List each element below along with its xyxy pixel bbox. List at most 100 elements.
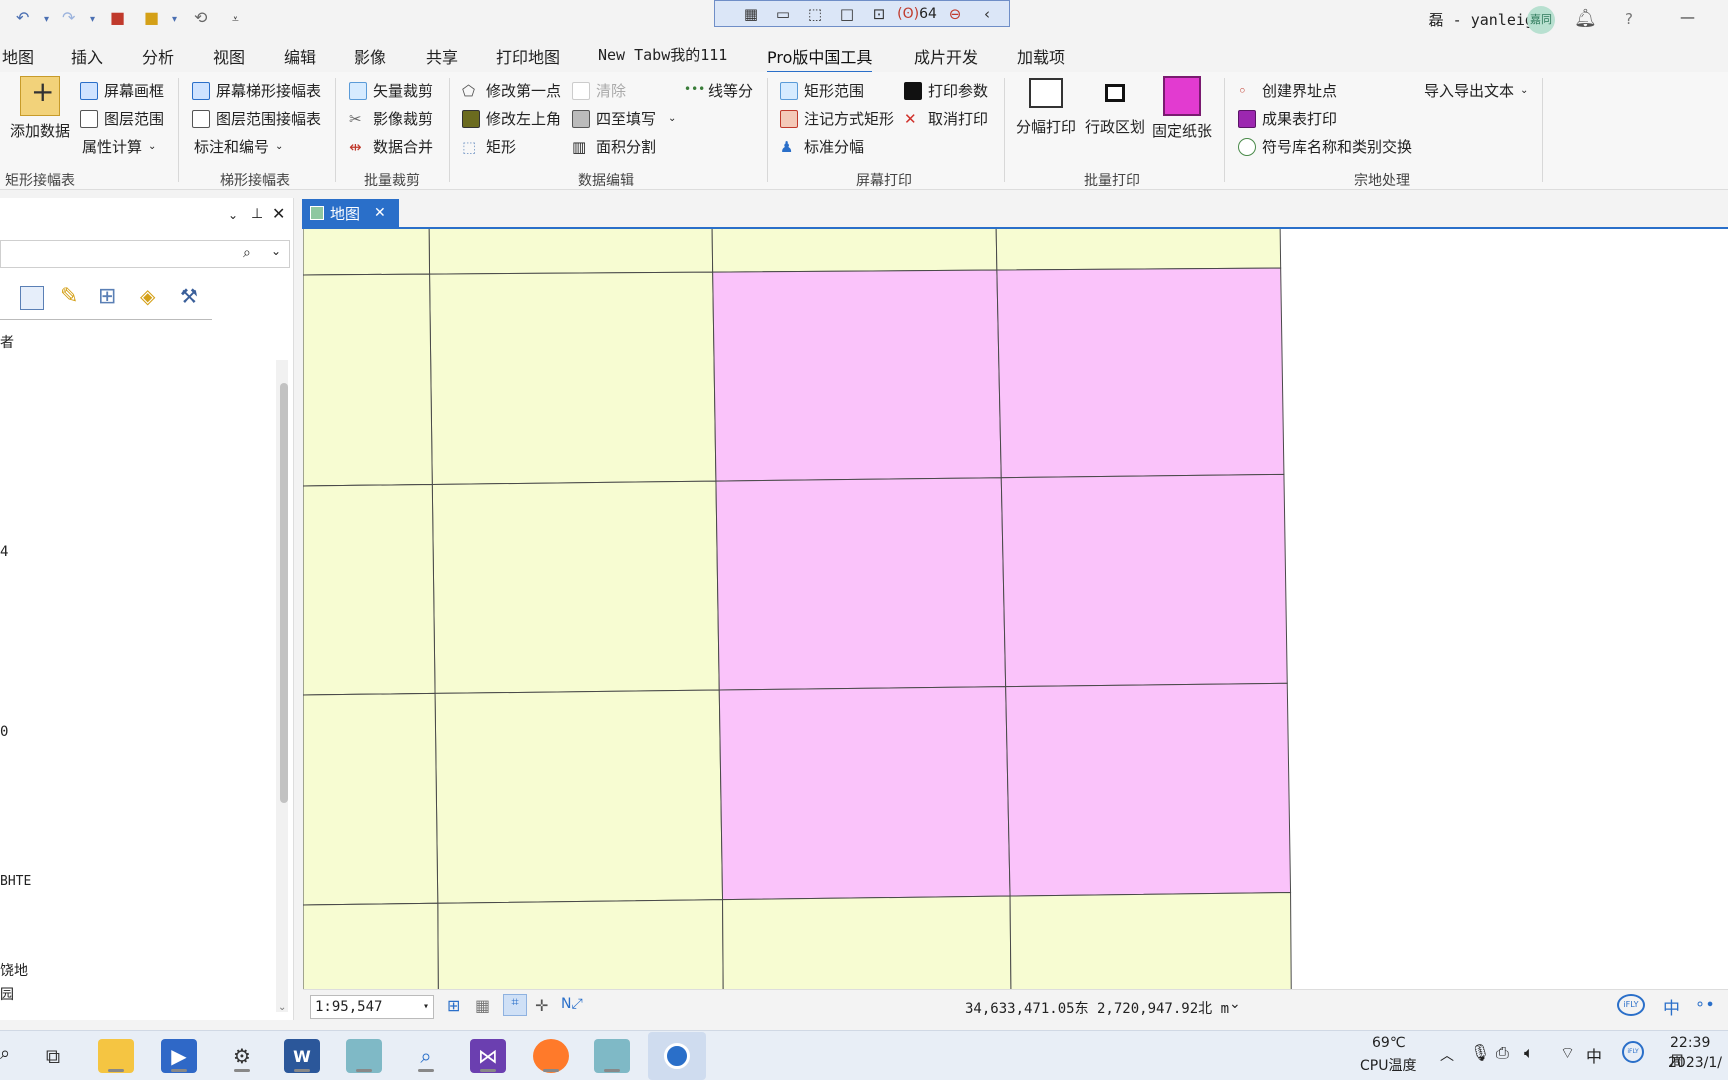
north-arrow-icon[interactable]: N⤢ [561, 996, 583, 1012]
tab-pro-china-tools[interactable]: Pro版中国工具 [767, 44, 873, 74]
capture-region-icon[interactable]: ⊡ [863, 5, 895, 23]
line-equal-button[interactable]: ••• 线等分 [684, 80, 753, 101]
fixed-zoom-icon[interactable]: ⊞ [447, 996, 460, 1015]
standard-sheet-button[interactable]: ♟ 标准分幅 [780, 136, 864, 157]
video-app-icon[interactable]: ▶ [161, 1039, 197, 1073]
add-data-button[interactable]: + 添加数据 [10, 76, 70, 141]
microphone-icon[interactable]: 🎙︎ [1470, 1043, 1490, 1062]
stop-capture-icon[interactable]: ⊖ [939, 5, 971, 23]
contents-search-input[interactable]: ⌕ ⌄ [0, 240, 290, 268]
add-layer-icon[interactable]: ⊞ [98, 284, 116, 309]
undo-icon[interactable]: ↶ [16, 8, 29, 27]
create-boundary-point-button[interactable]: ◦ 创建界址点 [1238, 80, 1337, 101]
tab-edit[interactable]: 编辑 [284, 44, 316, 68]
pane-options-icon[interactable]: ⌄ [228, 208, 238, 222]
tab-analysis[interactable]: 分析 [142, 44, 174, 68]
rectangle-button[interactable]: ⬚ 矩形 [462, 136, 516, 157]
admin-division-button[interactable]: 行政区划 [1085, 78, 1145, 137]
ifly-icon[interactable]: iFLY [1617, 994, 1645, 1016]
select-cursor-icon[interactable]: ⬚ [799, 5, 831, 23]
volume-icon[interactable]: 🔈︎ [1524, 1043, 1534, 1063]
label-number-dropdown[interactable]: 标注和编号 ⌄ [194, 136, 283, 157]
avatar[interactable]: 嘉同 [1527, 6, 1555, 34]
help-button[interactable]: ? [1625, 10, 1633, 28]
arcgis-pro-icon[interactable] [594, 1039, 630, 1073]
arcgis-icon[interactable] [346, 1039, 382, 1073]
task-view-icon[interactable]: ⧉ [35, 1039, 71, 1073]
search-icon[interactable]: ⌕ [243, 245, 251, 261]
add-data-dropdown-icon[interactable]: ▾ [172, 14, 177, 25]
attribute-calc-dropdown[interactable]: 属性计算 ⌄ [82, 136, 156, 157]
tab-view[interactable]: 视图 [213, 44, 245, 68]
tab-print-map[interactable]: 打印地图 [496, 44, 560, 68]
print-params-button[interactable]: 打印参数 [904, 80, 988, 101]
parcel-pink[interactable] [712, 269, 1002, 482]
pencil-icon[interactable]: ✎ [60, 284, 78, 309]
sheet-print-button[interactable]: 分幅打印 [1016, 78, 1076, 137]
scrollbar-thumb[interactable] [280, 383, 288, 803]
tab-new-tab[interactable]: New Tabw我的111 [598, 44, 727, 65]
snapping-icon[interactable]: ⚒ [180, 284, 198, 308]
ime-indicator[interactable]: 中 [1663, 994, 1680, 1019]
vector-clip-button[interactable]: 矢量裁剪 [349, 80, 433, 101]
fixed-paper-button[interactable]: 固定纸张 [1152, 76, 1212, 141]
minimize-button[interactable]: — [1680, 8, 1695, 26]
settings-gear-icon[interactable]: ⚙ [224, 1039, 260, 1073]
parcel-yellow[interactable] [303, 483, 436, 696]
parcel-yellow[interactable] [303, 902, 439, 989]
pin-icon[interactable]: ⊥ [251, 206, 263, 222]
scale-selector[interactable]: 1:95,547 ▾ [310, 995, 434, 1019]
data-merge-button[interactable]: ⇹ 数据合并 [349, 136, 433, 157]
list-item[interactable]: 4 [0, 544, 8, 560]
parcel-pink[interactable] [1000, 473, 1288, 688]
map-canvas[interactable] [303, 229, 1728, 989]
area-split-button[interactable]: ▥ 面积分割 [572, 136, 656, 157]
parcel-yellow[interactable] [428, 229, 714, 275]
parcel-yellow[interactable] [995, 229, 1282, 271]
map-view[interactable] [303, 229, 1728, 989]
parcel-yellow[interactable] [431, 480, 720, 694]
parcel-yellow[interactable] [303, 692, 439, 906]
layer-extent-join-button[interactable]: 图层范围接幅表 [192, 108, 321, 129]
tab-area-development[interactable]: 成片开发 [914, 44, 978, 68]
list-by-drawing-order-icon[interactable] [20, 286, 44, 310]
add-data-quick-icon[interactable]: ■ [144, 8, 159, 27]
parcel-pink[interactable] [996, 267, 1285, 479]
customize-qat-icon[interactable]: ⩡ [232, 12, 239, 27]
active-app-button[interactable] [648, 1032, 706, 1080]
label-rect-button[interactable]: 注记方式矩形 [780, 108, 894, 129]
parcel-yellow[interactable] [722, 895, 1012, 989]
parcel-yellow[interactable] [303, 273, 433, 487]
firefox-icon[interactable] [533, 1039, 569, 1073]
list-item[interactable]: 0 [0, 724, 8, 740]
toolbox-icon[interactable]: ■ [110, 8, 125, 27]
parcel-yellow[interactable] [711, 229, 998, 273]
ifly-tray-icon[interactable]: iFLY [1622, 1041, 1644, 1063]
capture-settings-icon[interactable]: ▦ [735, 5, 767, 23]
ime-settings-icon[interactable]: ∘∙ [1695, 994, 1715, 1013]
tab-map[interactable]: 地图 [2, 44, 34, 68]
tab-insert[interactable]: 插入 [71, 44, 103, 68]
image-clip-button[interactable]: ✂ 影像裁剪 [349, 108, 433, 129]
history-icon[interactable]: ⟲ [194, 8, 207, 27]
four-fill-dropdown[interactable]: 四至填写 ⌄ [572, 108, 676, 129]
rect-range-button[interactable]: 矩形范围 [780, 80, 864, 101]
list-item[interactable]: BHTE [0, 874, 31, 889]
parcel-yellow[interactable] [437, 899, 724, 989]
list-item[interactable]: 者 [0, 332, 14, 352]
tray-overflow-icon[interactable]: ︿ [1440, 1045, 1454, 1065]
modify-top-left-button[interactable]: 修改左上角 [462, 108, 561, 129]
clear-button[interactable]: 清除 [572, 80, 626, 101]
redo-dropdown-icon[interactable]: ▾ [90, 14, 95, 25]
import-export-text-dropdown[interactable]: 导入导出文本 ⌄ [1424, 80, 1528, 101]
parcel-pink[interactable] [718, 686, 1011, 901]
parcel-yellow[interactable] [434, 689, 724, 904]
notification-bell-icon[interactable]: 🔔︎ [1574, 8, 1597, 29]
grid-icon[interactable]: ▦ [475, 996, 490, 1015]
search-file-icon[interactable]: ⌕ [408, 1039, 444, 1073]
file-explorer-icon[interactable] [98, 1039, 134, 1073]
capture-window-icon[interactable]: □ [831, 5, 863, 23]
symbol-swap-button[interactable]: 符号库名称和类别交换 [1238, 136, 1412, 157]
cancel-print-button[interactable]: ✕ 取消打印 [904, 108, 988, 129]
screen-frame-button[interactable]: 屏幕画框 [80, 80, 164, 101]
